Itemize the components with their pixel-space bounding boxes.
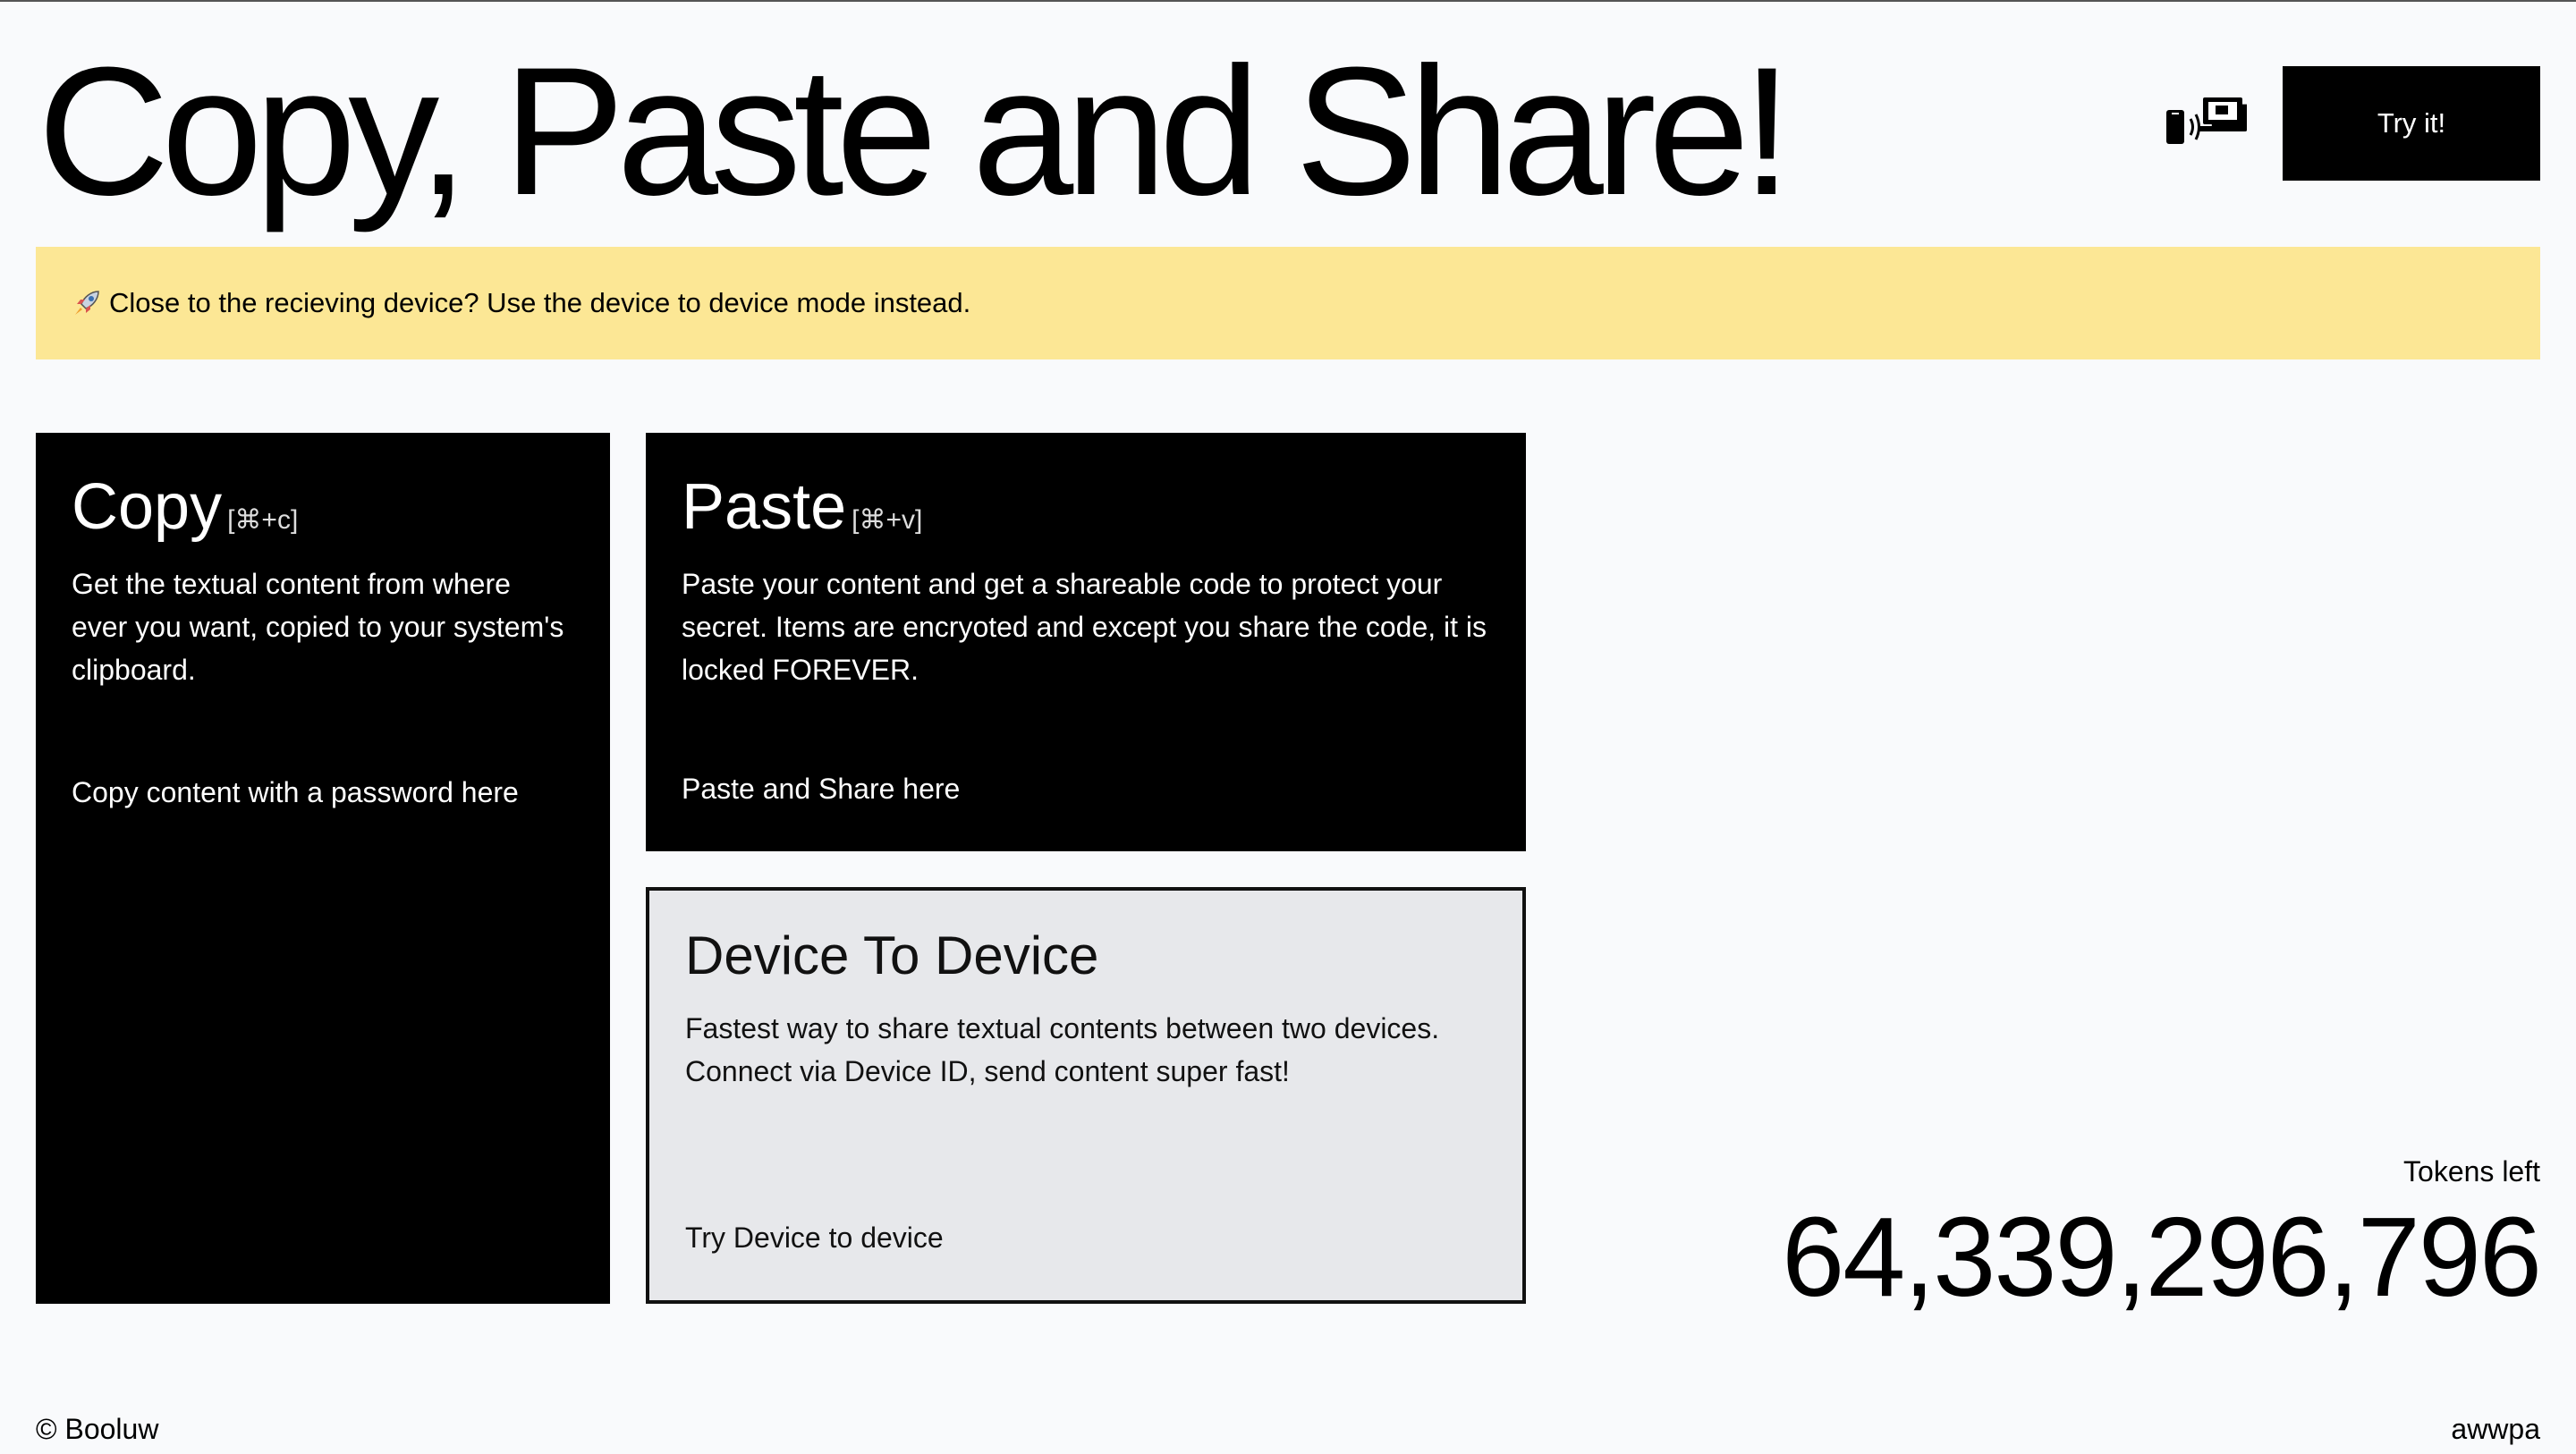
tokens-count: 64,339,296,796	[1782, 1194, 2542, 1320]
paste-title-text: Paste	[682, 471, 847, 543]
copy-shortcut: [⌘+c]	[227, 505, 299, 535]
copy-card-description: Get the textual content from where ever …	[72, 568, 564, 687]
paste-card-description: Paste your content and get a shareable c…	[682, 568, 1487, 687]
header: Copy, Paste and Share! Try it!	[36, 36, 2540, 227]
paste-card-title: Paste [⌘+v]	[682, 471, 1490, 543]
copy-card: Copy [⌘+c] Get the textual content from w…	[36, 433, 610, 1304]
footer-credit[interactable]: awwpa	[2451, 1413, 2540, 1446]
tokens-counter: Tokens left 64,339,296,796	[1782, 1155, 2542, 1320]
banner-text: Close to the recieving device? Use the d…	[109, 287, 971, 318]
tokens-label: Tokens left	[2403, 1155, 2540, 1188]
copy-card-title: Copy [⌘+c]	[72, 471, 574, 543]
try-it-button[interactable]: Try it!	[2283, 66, 2540, 181]
copy-with-password-link[interactable]: Copy content with a password here	[72, 776, 519, 809]
device-to-device-card: Device To Device Fastest way to share te…	[646, 887, 1526, 1304]
paste-and-share-link[interactable]: Paste and Share here	[682, 773, 960, 806]
device-to-device-title: Device To Device	[685, 926, 1099, 985]
page: Copy, Paste and Share! Try it! Close to …	[36, 2, 2542, 1454]
page-title: Copy, Paste and Share!	[38, 30, 1792, 233]
device-mode-banner[interactable]: Close to the recieving device? Use the d…	[36, 247, 2540, 359]
try-device-to-device-link[interactable]: Try Device to device	[685, 1222, 944, 1255]
paste-card: Paste [⌘+v] Paste your content and get a …	[646, 433, 1526, 851]
copy-title-text: Copy	[72, 471, 223, 543]
paste-shortcut: [⌘+v]	[852, 505, 923, 535]
header-actions: Try it!	[2165, 66, 2540, 181]
device-to-device-description: Fastest way to share textual contents be…	[685, 1012, 1440, 1087]
phone-to-laptop-icon	[2165, 89, 2247, 158]
footer-copyright[interactable]: © Booluw	[36, 1413, 158, 1446]
rocket-icon	[72, 288, 102, 318]
